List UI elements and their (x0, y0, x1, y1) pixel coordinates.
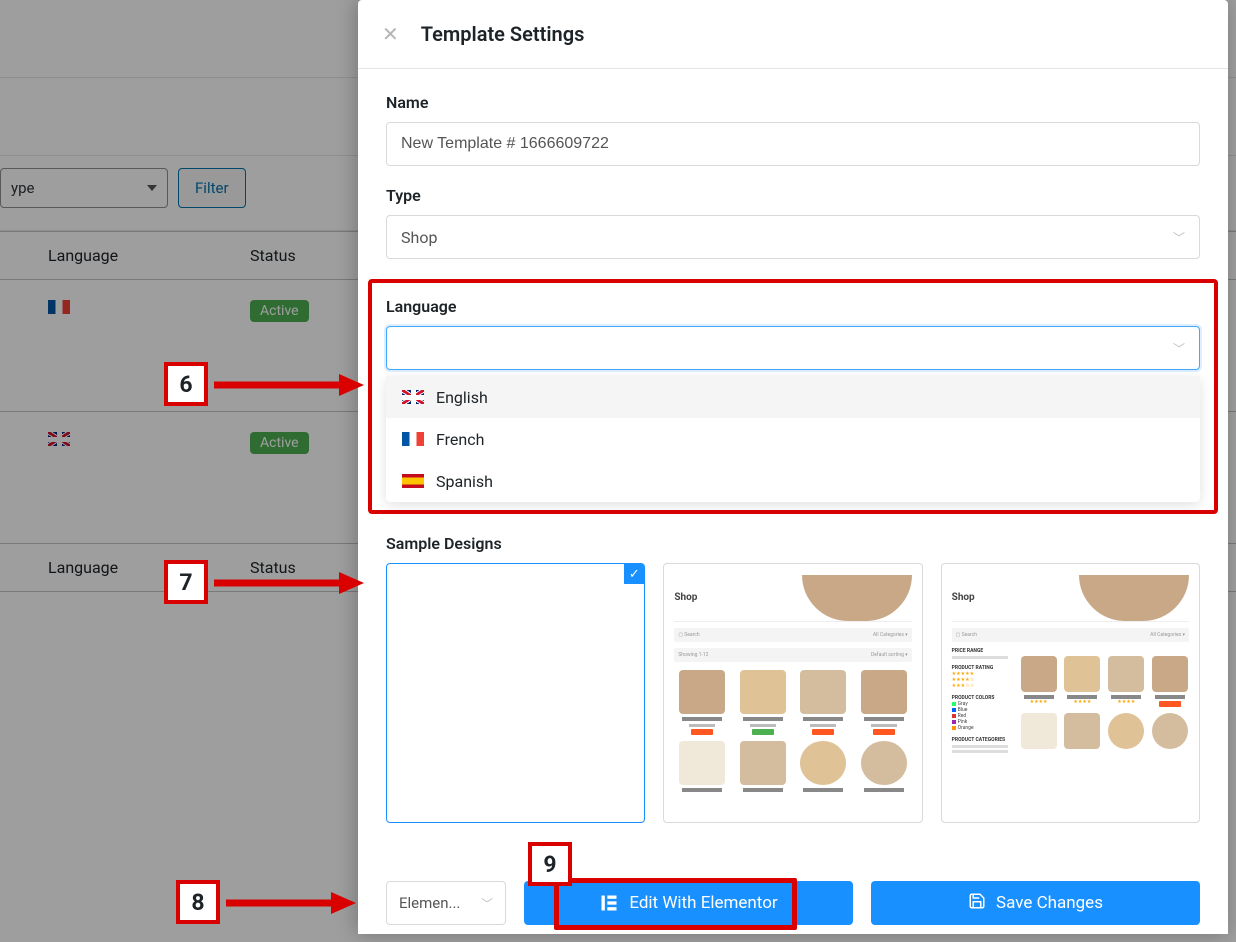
type-select[interactable]: Shop ﹀ (386, 215, 1200, 259)
type-select-label: ype (11, 179, 34, 197)
editor-select-value: Elemen... (399, 894, 460, 912)
save-changes-button[interactable]: Save Changes (871, 881, 1200, 925)
th-language: Language (0, 246, 250, 265)
arrow-icon (214, 372, 364, 402)
th-language: Language (0, 558, 250, 577)
filter-button[interactable]: Filter (178, 168, 246, 208)
language-select[interactable]: ﹀ (386, 326, 1200, 370)
type-select-value: Shop (401, 228, 437, 247)
sample-designs-label: Sample Designs (386, 534, 1200, 553)
option-label: French (436, 430, 484, 449)
flag-gb-icon (48, 432, 70, 446)
language-label: Language (386, 297, 1200, 316)
edit-with-elementor-button[interactable]: Edit With Elementor (524, 881, 853, 925)
status-badge: Active (250, 300, 309, 322)
close-icon[interactable]: ✕ (382, 22, 399, 46)
chevron-down-icon: ﹀ (1173, 229, 1185, 246)
sample-design-shop-grid[interactable]: Shop ▢ SearchAll Categories ▾ Showing 1-… (663, 563, 922, 823)
editor-select[interactable]: Elemen... ﹀ (386, 881, 506, 925)
modal-title: Template Settings (421, 22, 585, 46)
name-input[interactable] (386, 122, 1200, 166)
status-badge: Active (250, 432, 309, 454)
arrow-icon (214, 570, 364, 600)
th-status: Status (250, 246, 296, 265)
elementor-icon (599, 893, 619, 913)
save-icon (968, 892, 986, 915)
annotation-8: 8 (176, 880, 220, 924)
name-label: Name (386, 93, 1200, 112)
option-label: English (436, 388, 488, 407)
flag-es-icon (402, 474, 424, 488)
chevron-down-icon (147, 185, 157, 191)
annotation-7: 7 (164, 560, 208, 604)
sample-design-blank[interactable]: ✓ (386, 563, 645, 823)
language-option-english[interactable]: English (386, 376, 1200, 418)
flag-fr-icon (402, 432, 424, 446)
flag-gb-icon (402, 390, 424, 404)
sample-design-shop-sidebar[interactable]: Shop ▢ SearchAll Categories ▾ PRICE RANG… (941, 563, 1200, 823)
option-label: Spanish (436, 472, 493, 491)
chevron-down-icon: ﹀ (481, 895, 493, 912)
button-label: Edit With Elementor (629, 893, 777, 913)
button-label: Save Changes (996, 893, 1103, 913)
arrow-icon (226, 890, 356, 920)
template-settings-modal: ✕ Template Settings Name Type Shop ﹀ Lan… (358, 0, 1228, 934)
language-option-spanish[interactable]: Spanish (386, 460, 1200, 502)
selected-check-icon: ✓ (624, 564, 644, 584)
flag-fr-icon (48, 300, 70, 314)
language-dropdown: English French Spanish (386, 376, 1200, 502)
language-option-french[interactable]: French (386, 418, 1200, 460)
annotation-9: 9 (528, 842, 572, 886)
annotation-6: 6 (164, 362, 208, 406)
chevron-down-icon: ﹀ (1173, 340, 1185, 357)
type-select[interactable]: ype (0, 168, 168, 208)
type-label: Type (386, 186, 1200, 205)
